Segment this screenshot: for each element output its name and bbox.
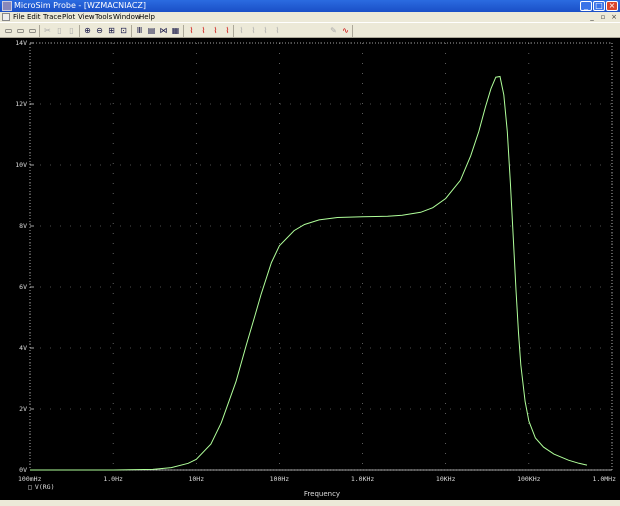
x-tick-label: 10Hz (188, 475, 204, 483)
menu-plot[interactable]: Plot (62, 12, 75, 22)
menu-file[interactable]: File (13, 12, 25, 22)
mark-data-icon[interactable]: ∿ (340, 25, 351, 36)
cursor-peak-icon[interactable]: ⌇ (198, 25, 209, 36)
y-tick-label: 10V (15, 161, 27, 169)
toolbar-separator (131, 25, 132, 37)
title-bar[interactable]: MicroSim Probe - [WZMACNIACZ] _ □ × (0, 0, 620, 12)
y-tick-label: 4V (19, 344, 27, 352)
toolbar: ▭ ▭ ▭ ✂ ▯ ▯ ⊕ ⊖ ⊞ ⊡ Ⅲ ▤ ⋈ ▦ ⌇ ⌇ ⌇ ⌇ ⌇ ⌇ ⌇ ⌇ ✎ ∿ (0, 22, 620, 38)
cursor-trough-icon[interactable]: ⌇ (210, 25, 221, 36)
menu-help[interactable]: Help (139, 12, 155, 22)
x-tick-label: 100Hz (270, 475, 290, 483)
close-button[interactable]: × (606, 1, 618, 11)
legend-marker: □ (28, 483, 32, 491)
menu-bar: File Edit Trace Plot View Tools Window H… (0, 12, 620, 22)
legend-label: V(RG) (35, 483, 55, 491)
mdi-restore-button[interactable]: ▫ (599, 13, 607, 21)
add-trace-icon[interactable]: ▦ (170, 25, 181, 36)
y-tick-label: 8V (19, 222, 27, 230)
minimize-button[interactable]: _ (580, 1, 592, 11)
menu-edit[interactable]: Edit (27, 12, 41, 22)
maximize-button[interactable]: □ (593, 1, 605, 11)
zoom-fit-icon[interactable]: ⊡ (118, 25, 129, 36)
plot-area[interactable]: 0V 2V 4V 6V 8V 10V 12V 14V 100mHz 1.0Hz 10Hz 100Hz… (0, 38, 620, 500)
y-tick-label: 14V (15, 39, 27, 47)
cursor-on-icon[interactable]: ⌇ (186, 25, 197, 36)
menu-trace[interactable]: Trace (43, 12, 62, 22)
zoom-out-icon[interactable]: ⊖ (94, 25, 105, 36)
legend-vrg[interactable]: □ V(RG) (28, 483, 55, 491)
frequency-response-chart[interactable]: 0V 2V 4V 6V 8V 10V 12V 14V 100mHz 1.0Hz 10Hz 100Hz… (0, 38, 620, 500)
cursor-max-icon[interactable]: ⌇ (248, 25, 259, 36)
x-tick-label: 100mHz (18, 475, 42, 483)
x-tick-label: 1.0MHz (593, 475, 617, 483)
open-icon[interactable]: ▭ (15, 25, 26, 36)
toolbar-separator (183, 25, 184, 37)
menu-tools[interactable]: Tools (95, 12, 112, 22)
trace-vrg (30, 75, 588, 471)
y-tick-label: 0V (19, 466, 27, 474)
status-bar (0, 500, 620, 506)
toolbar-separator (39, 25, 40, 37)
toolbar-separator (79, 25, 80, 37)
fft-icon[interactable]: ▤ (146, 25, 157, 36)
window-title: MicroSim Probe - [WZMACNIACZ] (14, 1, 147, 10)
y-tick-label: 6V (19, 283, 27, 291)
document-icon[interactable] (2, 13, 10, 21)
cut-icon[interactable]: ✂ (42, 25, 53, 36)
plot-frame (29, 42, 613, 471)
x-tick-label: 1.0KHz (351, 475, 375, 483)
y-tick-label: 12V (15, 100, 27, 108)
cursor-point-icon[interactable]: ⌇ (260, 25, 271, 36)
x-tick-label: 10KHz (436, 475, 456, 483)
zoom-in-icon[interactable]: ⊕ (82, 25, 93, 36)
mdi-close-button[interactable]: × (610, 13, 618, 21)
probe-app-icon[interactable] (2, 1, 12, 11)
toolbar-separator (233, 25, 234, 37)
menu-window[interactable]: Window (113, 12, 141, 22)
toolbar-separator (352, 25, 353, 37)
y-tick-label: 2V (19, 405, 27, 413)
performance-icon[interactable]: ⋈ (158, 25, 169, 36)
x-axis-label: Frequency (304, 490, 340, 498)
new-icon[interactable]: ▭ (3, 25, 14, 36)
zoom-area-icon[interactable]: ⊞ (106, 25, 117, 36)
cursor-min-icon[interactable]: ⌇ (236, 25, 247, 36)
cursor-slope-icon[interactable]: ⌇ (222, 25, 233, 36)
copy-icon[interactable]: ▯ (54, 25, 65, 36)
probe-window: MicroSim Probe - [WZMACNIACZ] _ □ × File… (0, 0, 620, 506)
x-tick-label: 100KHz (517, 475, 541, 483)
x-tick-label: 1.0Hz (103, 475, 123, 483)
cursor-search-icon[interactable]: ⌇ (272, 25, 283, 36)
print-icon[interactable]: ▭ (27, 25, 38, 36)
mdi-minimize-button[interactable]: _ (588, 13, 596, 21)
mark-label-icon[interactable]: ✎ (328, 25, 339, 36)
paste-icon[interactable]: ▯ (66, 25, 77, 36)
menu-view[interactable]: View (78, 12, 95, 22)
log-x-icon[interactable]: Ⅲ (134, 25, 145, 36)
